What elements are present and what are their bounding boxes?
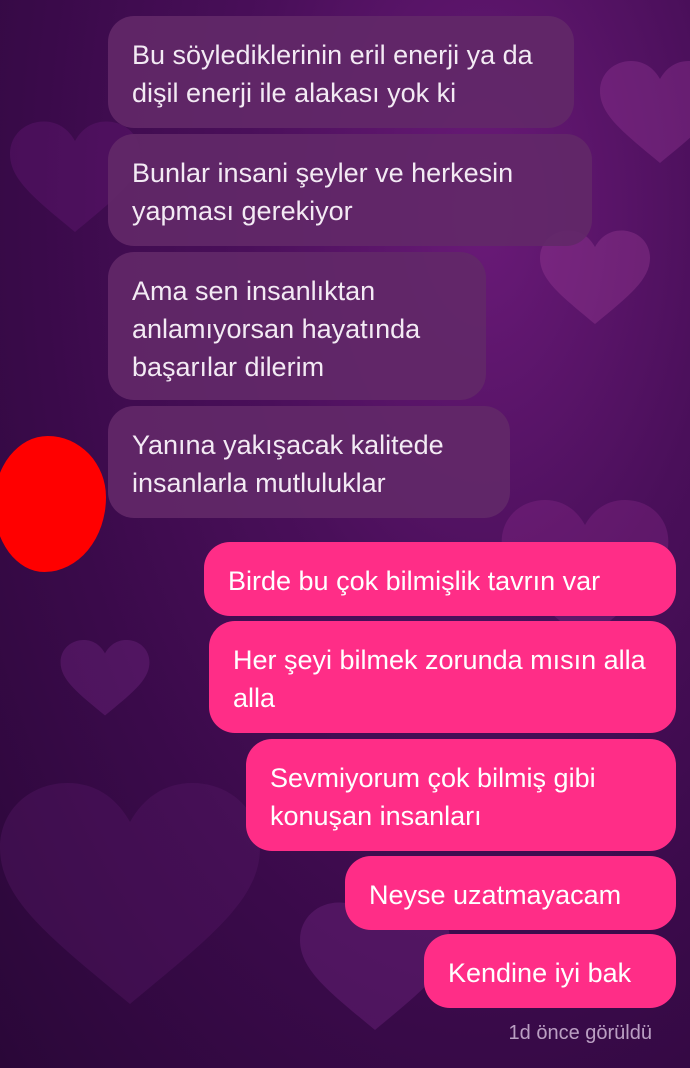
seen-status: 1d önce görüldü — [508, 1022, 652, 1044]
message-text: Kendine iyi bak — [448, 958, 632, 988]
message-text: Neyse uzatmayacam — [369, 880, 622, 910]
message-text: Yanına yakışacak kalitede insanlarla mut… — [132, 430, 444, 498]
outgoing-message[interactable]: Her şeyi bilmek zorunda mısın alla alla — [209, 621, 676, 733]
outgoing-message[interactable]: Sevmiyorum çok bilmiş gibi konuşan insan… — [246, 739, 676, 851]
message-text: Birde bu çok bilmişlik tavrın var — [228, 566, 601, 596]
incoming-message[interactable]: Bunlar insani şeyler ve herkesin yapması… — [108, 134, 592, 246]
incoming-message[interactable]: Ama sen insanlıktan anlamıyorsan hayatın… — [108, 252, 486, 400]
outgoing-message[interactable]: Birde bu çok bilmişlik tavrın var — [204, 542, 676, 616]
incoming-message[interactable]: Bu söylediklerinin eril enerji ya da diş… — [108, 16, 574, 128]
message-text: Sevmiyorum çok bilmiş gibi konuşan insan… — [270, 763, 596, 831]
outgoing-message[interactable]: Neyse uzatmayacam — [345, 856, 676, 930]
message-text: Bu söylediklerinin eril enerji ya da diş… — [132, 40, 533, 108]
outgoing-message[interactable]: Kendine iyi bak — [424, 934, 676, 1008]
message-thread: Bu söylediklerinin eril enerji ya da diş… — [0, 0, 690, 1068]
incoming-message[interactable]: Yanına yakışacak kalitede insanlarla mut… — [108, 406, 510, 518]
message-text: Bunlar insani şeyler ve herkesin yapması… — [132, 158, 514, 226]
message-text: Her şeyi bilmek zorunda mısın alla alla — [233, 645, 646, 713]
message-text: Ama sen insanlıktan anlamıyorsan hayatın… — [132, 276, 421, 382]
